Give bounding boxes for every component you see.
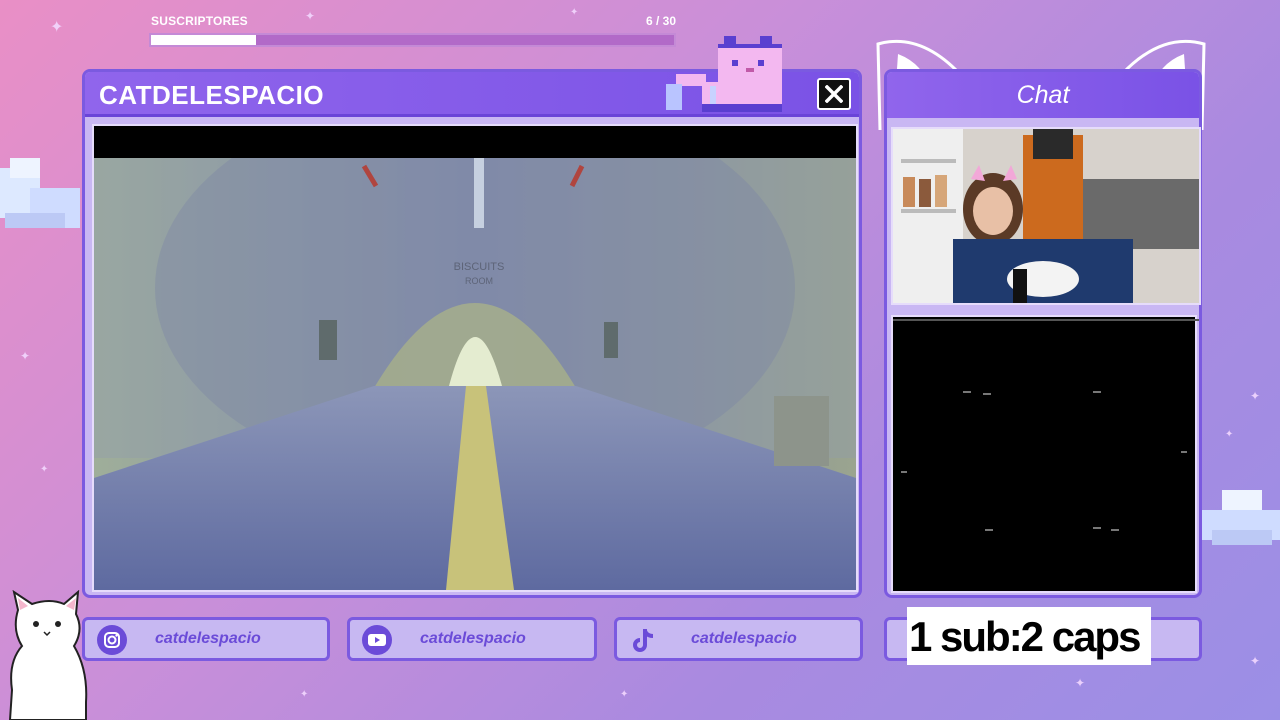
chat-message-fragment	[1111, 529, 1119, 531]
chat-message-fragment	[1093, 391, 1101, 393]
promo-banner: 1 sub:2 caps	[907, 607, 1151, 665]
video-sign-line2: ROOM	[465, 276, 493, 286]
sparkle-decoration: ✦	[1075, 676, 1086, 690]
chat-message-fragment	[893, 319, 1199, 321]
tiktok-icon	[629, 625, 659, 655]
chat-message-fragment	[983, 393, 991, 395]
main-title: CATDELESPACIO	[99, 80, 325, 110]
sparkle-decoration: ✦	[1250, 654, 1261, 668]
sparkle-decoration: ✦	[20, 349, 31, 363]
cloud-right-decoration	[1202, 490, 1280, 545]
youtube-icon	[362, 625, 392, 655]
instagram-icon	[97, 625, 127, 655]
sparkle-decoration: ✦	[300, 689, 309, 700]
sparkle-decoration: ✦	[570, 7, 579, 18]
video-sign-line1: BISCUITS	[454, 261, 505, 273]
close-icon	[825, 85, 843, 103]
close-button[interactable]	[817, 78, 851, 110]
chat-messages-area[interactable]	[891, 315, 1199, 593]
chat-panel: Chat	[884, 69, 1202, 598]
social-tiktok[interactable]: catdelespacio	[614, 617, 863, 661]
social-instagram[interactable]: catdelespacio	[82, 617, 330, 661]
chat-message-fragment	[1093, 527, 1101, 529]
subscribers-count: 6 / 30	[645, 14, 676, 28]
sparkle-decoration: ✦	[50, 19, 64, 36]
pixel-cat-mascot	[666, 36, 782, 112]
chat-message-fragment	[1181, 451, 1187, 453]
subscribers-label: SUSCRIPTORES	[151, 14, 248, 28]
chat-message-fragment	[963, 391, 971, 393]
promo-text: 1 sub:2 caps	[909, 613, 1141, 660]
sparkle-decoration: ✦	[305, 9, 316, 23]
cloud-left-decoration	[0, 158, 80, 228]
tiktok-handle: catdelespacio	[691, 630, 797, 647]
webcam-image	[893, 129, 1199, 303]
chat-message-fragment	[901, 471, 907, 473]
chat-titlebar: Chat	[887, 72, 1199, 118]
sparkle-decoration: ✦	[1250, 389, 1261, 403]
sparkle-decoration: ✦	[1225, 429, 1234, 440]
subscribers-progress-fill	[151, 35, 256, 45]
chat-message-fragment	[985, 529, 993, 531]
sparkle-decoration: ✦	[40, 464, 49, 475]
sparkle-decoration: ✦	[620, 689, 629, 700]
youtube-handle: catdelespacio	[420, 630, 526, 647]
chat-title: Chat	[1016, 81, 1070, 109]
video-player[interactable]: BISCUITS ROOM	[92, 124, 858, 592]
social-youtube[interactable]: catdelespacio	[347, 617, 597, 661]
webcam-feed	[891, 127, 1201, 305]
video-frame: BISCUITS ROOM	[94, 158, 856, 590]
subscribers-progress-bar	[149, 33, 676, 47]
main-window: CATDELESPACIO BISCUITS ROOM	[82, 69, 862, 598]
white-cat-mascot	[8, 590, 88, 720]
instagram-handle: catdelespacio	[155, 630, 261, 647]
